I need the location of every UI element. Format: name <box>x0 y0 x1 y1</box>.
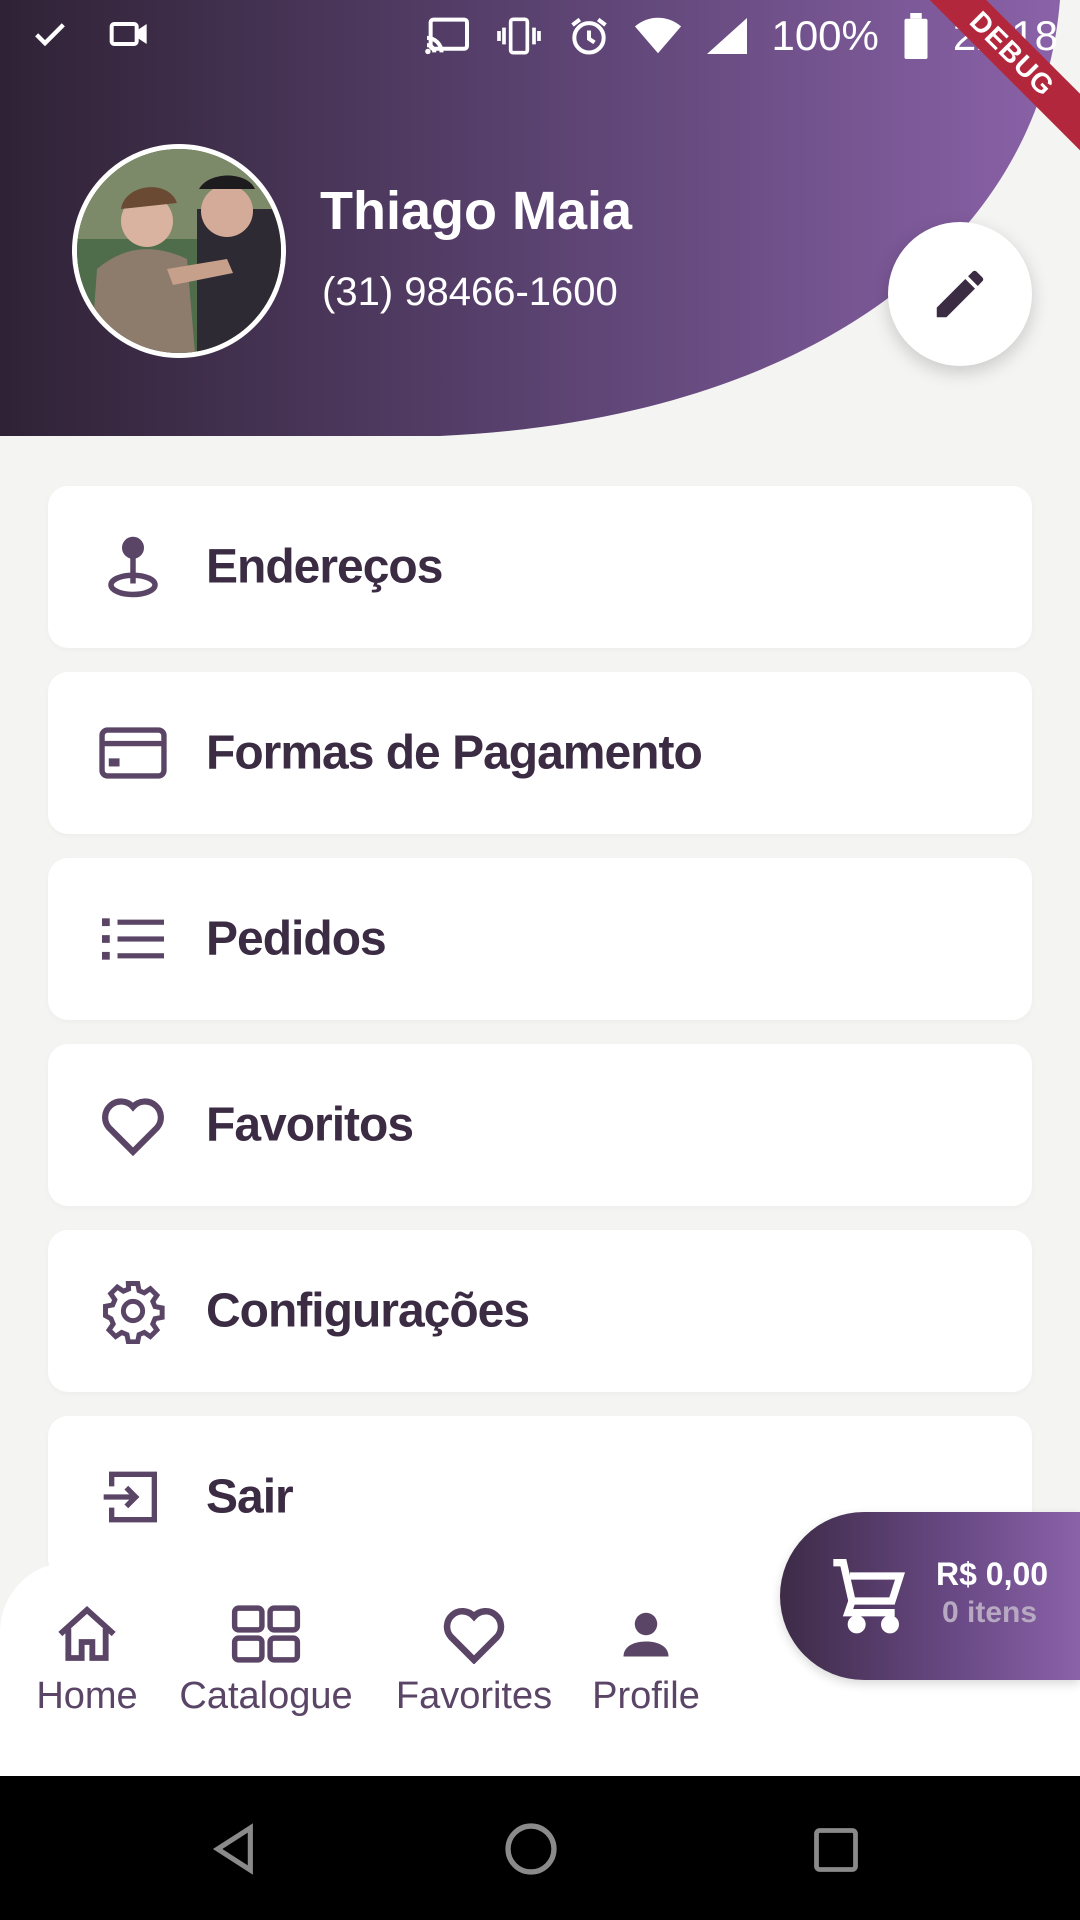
nav-favorites[interactable]: Favorites <box>394 1604 554 1718</box>
home-circle-icon[interactable] <box>502 1820 560 1878</box>
menu-item-configuracoes[interactable]: Configurações <box>48 1230 1032 1392</box>
video-camera-icon <box>109 22 147 46</box>
signal-icon <box>707 18 748 54</box>
battery-percent: 100% <box>771 12 879 59</box>
cart-button[interactable]: R$ 0,00 0 itens <box>780 1512 1080 1680</box>
nav-home-label: Home <box>36 1675 138 1717</box>
wifi-icon <box>635 17 682 54</box>
menu-item-label: Formas de Pagamento <box>206 726 703 780</box>
vibrate-icon <box>497 17 542 55</box>
logout-icon <box>98 1462 168 1532</box>
gear-icon <box>98 1276 168 1346</box>
avatar[interactable] <box>72 144 286 358</box>
nav-catalogue-label: Catalogue <box>179 1675 353 1717</box>
menu-item-label: Favoritos <box>206 1098 414 1152</box>
list-icon <box>98 904 168 974</box>
nav-favorites-label: Favorites <box>395 1675 553 1717</box>
person-icon <box>623 1612 669 1657</box>
cart-icon <box>833 1559 906 1634</box>
system-navigation-bar <box>0 1776 1080 1920</box>
nav-home[interactable]: Home <box>32 1604 142 1718</box>
back-icon[interactable] <box>206 1820 262 1878</box>
pencil-icon <box>936 270 984 318</box>
alarm-icon <box>571 17 608 55</box>
battery-icon <box>904 13 928 59</box>
profile-name: Thiago Maia <box>320 181 633 241</box>
cart-item-count: 0 itens <box>942 1596 1038 1629</box>
check-icon <box>35 23 65 47</box>
menu-item-enderecos[interactable]: Endereços <box>48 486 1032 648</box>
menu-item-label: Sair <box>206 1470 294 1524</box>
nav-profile[interactable]: Profile <box>588 1604 704 1718</box>
edit-profile-button[interactable] <box>888 222 1032 366</box>
menu-item-label: Endereços <box>206 540 443 594</box>
menu-item-pedidos[interactable]: Pedidos <box>48 858 1032 1020</box>
credit-card-icon <box>98 718 168 788</box>
nav-catalogue[interactable]: Catalogue <box>176 1604 356 1718</box>
recents-icon[interactable] <box>810 1824 862 1876</box>
cast-icon <box>425 17 470 55</box>
heart-icon <box>98 1090 168 1160</box>
menu-item-favoritos[interactable]: Favoritos <box>48 1044 1032 1206</box>
heart-icon <box>443 1608 505 1665</box>
menu-item-label: Configurações <box>206 1284 530 1338</box>
home-icon <box>58 1606 116 1661</box>
profile-phone: (31) 98466-1600 <box>322 270 618 314</box>
nav-profile-label: Profile <box>592 1675 700 1717</box>
grid-icon <box>231 1605 301 1663</box>
location-pin-icon <box>98 532 168 602</box>
menu-item-label: Pedidos <box>206 912 387 966</box>
cart-total: R$ 0,00 <box>936 1556 1049 1592</box>
menu-item-pagamento[interactable]: Formas de Pagamento <box>48 672 1032 834</box>
status-bar: 100% 22:18 <box>0 0 1080 72</box>
profile-menu: Endereços Formas de Pagamento Pedidos Fa… <box>48 486 1032 1602</box>
